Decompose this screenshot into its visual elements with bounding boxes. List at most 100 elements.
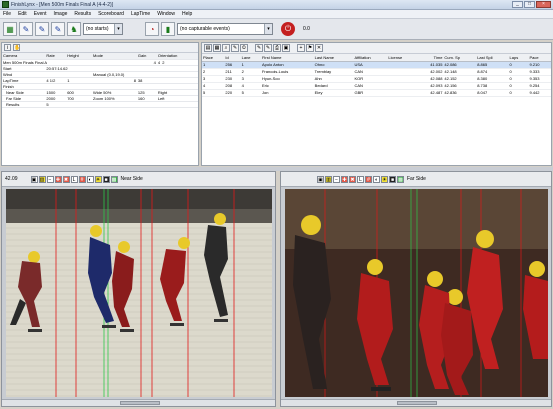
near-side-scrollbar[interactable]	[2, 399, 275, 406]
lane-icon[interactable]: L	[357, 175, 364, 183]
camera-select-icon[interactable]: ▣	[317, 175, 324, 183]
table-row[interactable]: 5 220 5 Jon Eley GBR 42.487 42.836 8.047…	[202, 89, 551, 97]
grid-icon[interactable]: ▦	[213, 44, 221, 52]
open-event-icon[interactable]: ✎	[19, 22, 33, 36]
window-controls: _ □ ×	[512, 1, 551, 8]
image-toolbar: 42.09 ▣ ▥ − ✚ ✖ L # ◐ ☀ ■ ▩ Near Side	[2, 172, 275, 187]
far-side-image-pane: ▣ ▥ − ✚ ✖ L # ◐ ☀ ■ ▩ Far Side	[280, 171, 552, 407]
edit-icon[interactable]: ✎	[231, 44, 239, 52]
delete-result-icon[interactable]: ✕	[315, 44, 323, 52]
capture-icon[interactable]: ▮	[161, 22, 175, 36]
cursor-icon[interactable]: ✚	[54, 175, 62, 183]
menu-file[interactable]: File	[3, 11, 11, 17]
maximize-button[interactable]: □	[524, 1, 535, 8]
zoom-icon[interactable]: ▥	[38, 175, 46, 183]
cell-license	[387, 68, 417, 76]
col-last-name[interactable]: Last Name	[313, 54, 354, 62]
far-side-scrollbar[interactable]	[281, 399, 551, 406]
events-combo[interactable]: (no capturable events) ▾	[177, 23, 273, 35]
info-icon[interactable]: i	[4, 44, 11, 51]
scrollbar-thumb[interactable]	[397, 401, 437, 405]
time-icon[interactable]: ⏲	[240, 44, 248, 52]
add-result-icon[interactable]: +	[297, 44, 305, 52]
edit-event-icon[interactable]: ✎	[35, 22, 49, 36]
skater-alt-icon[interactable]: ✎	[264, 44, 272, 52]
brightness-icon[interactable]: ☀	[94, 175, 102, 183]
cell-place: 4	[202, 82, 225, 90]
minus-icon[interactable]: −	[46, 175, 54, 183]
menu-image[interactable]: Image	[53, 11, 67, 17]
mark-icon[interactable]: ✖	[349, 175, 356, 183]
new-event-icon[interactable]: ▦	[3, 22, 17, 36]
zoom-icon[interactable]: ▥	[325, 175, 332, 183]
col-first-name[interactable]: First Name	[260, 54, 314, 62]
col-license[interactable]: License	[387, 54, 417, 62]
table-row[interactable]: 3 230 3 Hyun-Soo Ahn KOR 42.088 42.152 8…	[202, 75, 551, 83]
side-toggle-icon[interactable]: ▩	[397, 175, 404, 183]
search-icon[interactable]: ⌕	[222, 44, 230, 52]
camera-icon[interactable]: ■	[102, 175, 110, 183]
contrast-icon[interactable]: ◐	[86, 175, 94, 183]
minus-icon[interactable]: −	[333, 175, 340, 183]
table-row[interactable]: 1 256 1 Apolo Anton Ohno USA 41.035 42.0…	[202, 61, 551, 69]
sort-icon[interactable]: ▤	[204, 44, 212, 52]
skater-icon[interactable]: ✎	[255, 44, 263, 52]
brightness-icon[interactable]: ☀	[381, 175, 388, 183]
table-row[interactable]: 4 208 4 Eric Bedard CAN 42.093 42.156 8.…	[202, 82, 551, 90]
stop-capture-icon[interactable]: ⏻	[281, 22, 295, 36]
menu-scoreboard[interactable]: Scoreboard	[98, 11, 124, 17]
near-side-photo-finish-image[interactable]	[6, 189, 272, 397]
menu-edit[interactable]: Edit	[18, 11, 27, 17]
cursor-icon[interactable]: ✚	[341, 175, 348, 183]
menu-help[interactable]: Help	[182, 11, 192, 17]
side-toggle-icon[interactable]: ▩	[110, 175, 118, 183]
window-title: FinishLynx - [Men 500m Finals Final A (4…	[11, 1, 114, 8]
event-panel-toolbar: i ✋	[2, 43, 198, 53]
menu-laptime[interactable]: LapTime	[131, 11, 150, 17]
table-row[interactable]: 2 211 2 Francois-Louis Tremblay CAN 42.0…	[202, 68, 551, 76]
lane-icon[interactable]: L	[70, 175, 78, 183]
menu-window[interactable]: Window	[157, 11, 175, 17]
col-pace[interactable]: Pace	[528, 54, 551, 62]
col-place[interactable]: Place	[202, 54, 225, 62]
print-icon[interactable]: ⎙	[273, 44, 281, 52]
image-toolbar: ▣ ▥ − ✚ ✖ L # ◐ ☀ ■ ▩ Far Side	[281, 172, 551, 187]
save-icon[interactable]: ▣	[282, 44, 290, 52]
flag-icon[interactable]: ⚑	[306, 44, 314, 52]
far-side-photo-finish-image[interactable]	[285, 189, 548, 397]
cell-last-split: 8.865	[476, 61, 509, 69]
col-cum-split[interactable]: Cum. Sp	[443, 54, 477, 62]
minimize-button[interactable]: _	[512, 1, 523, 8]
col-id[interactable]: Id	[224, 54, 241, 62]
results-row[interactable]: Results 5	[2, 101, 198, 108]
cell-last-split: 8.047	[476, 89, 509, 97]
hash-icon[interactable]: #	[365, 175, 372, 183]
contrast-icon[interactable]: ◐	[373, 175, 380, 183]
cell-lane: 1	[240, 61, 261, 69]
cell-license	[387, 89, 417, 97]
starts-combo[interactable]: (no starts) ▾	[83, 23, 123, 35]
hand-icon[interactable]: ✋	[13, 44, 20, 51]
col-laps[interactable]: Laps	[508, 54, 529, 62]
menu-event[interactable]: Event	[34, 11, 47, 17]
camera-setup-icon[interactable]: ♞	[67, 22, 81, 36]
close-button[interactable]: ×	[536, 1, 551, 8]
col-last-split[interactable]: Last Spli	[476, 54, 509, 62]
scrollbar-thumb[interactable]	[120, 401, 160, 405]
near-side-image-pane: 42.09 ▣ ▥ − ✚ ✖ L # ◐ ☀ ■ ▩ Near Side	[1, 171, 276, 407]
col-affiliation[interactable]: Affiliation	[353, 54, 388, 62]
cell-place: 2	[202, 68, 225, 76]
save-event-icon[interactable]: ✎	[51, 22, 65, 36]
camera-select-icon[interactable]: ▣	[30, 175, 38, 183]
hash-icon[interactable]: #	[78, 175, 86, 183]
timer-icon[interactable]: ◔	[145, 22, 159, 36]
cell-last-name: Ohno	[313, 61, 354, 69]
event-heat: 4	[157, 59, 161, 65]
camera-icon[interactable]: ■	[389, 175, 396, 183]
mark-icon[interactable]: ✖	[62, 175, 70, 183]
cell-pace: 9.442	[528, 89, 551, 97]
col-lane[interactable]: Lane	[240, 54, 261, 62]
col-time[interactable]: Time	[416, 54, 444, 62]
cell-laps: 0	[508, 82, 529, 90]
menu-results[interactable]: Results	[74, 11, 91, 17]
